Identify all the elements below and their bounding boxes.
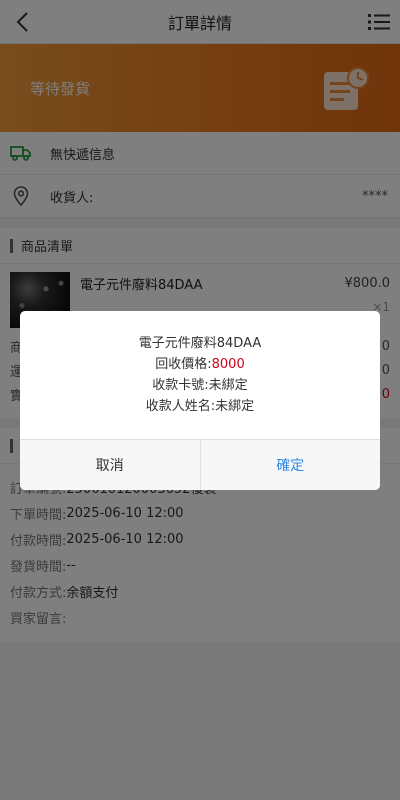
- dialog-price-label: 回收價格:: [155, 357, 212, 372]
- dialog-name-line: 收款人姓名:未綁定: [145, 399, 255, 414]
- dialog-price-value: 8000: [211, 357, 245, 372]
- dialog-card-line: 收款卡號:未綁定: [152, 378, 248, 393]
- recycle-confirm-dialog: 電子元件廢料84DAA 回收價格:8000 收款卡號:未綁定 收款人姓名:未綁定…: [20, 311, 380, 490]
- dialog-price-line: 回收價格:8000: [20, 354, 380, 375]
- dialog-buttons: 取消 確定: [20, 439, 380, 490]
- dialog-body: 電子元件廢料84DAA 回收價格:8000 收款卡號:未綁定 收款人姓名:未綁定: [20, 311, 380, 439]
- dialog-product-name: 電子元件廢料84DAA: [138, 336, 262, 351]
- cancel-button[interactable]: 取消: [20, 440, 201, 490]
- confirm-button[interactable]: 確定: [200, 440, 380, 490]
